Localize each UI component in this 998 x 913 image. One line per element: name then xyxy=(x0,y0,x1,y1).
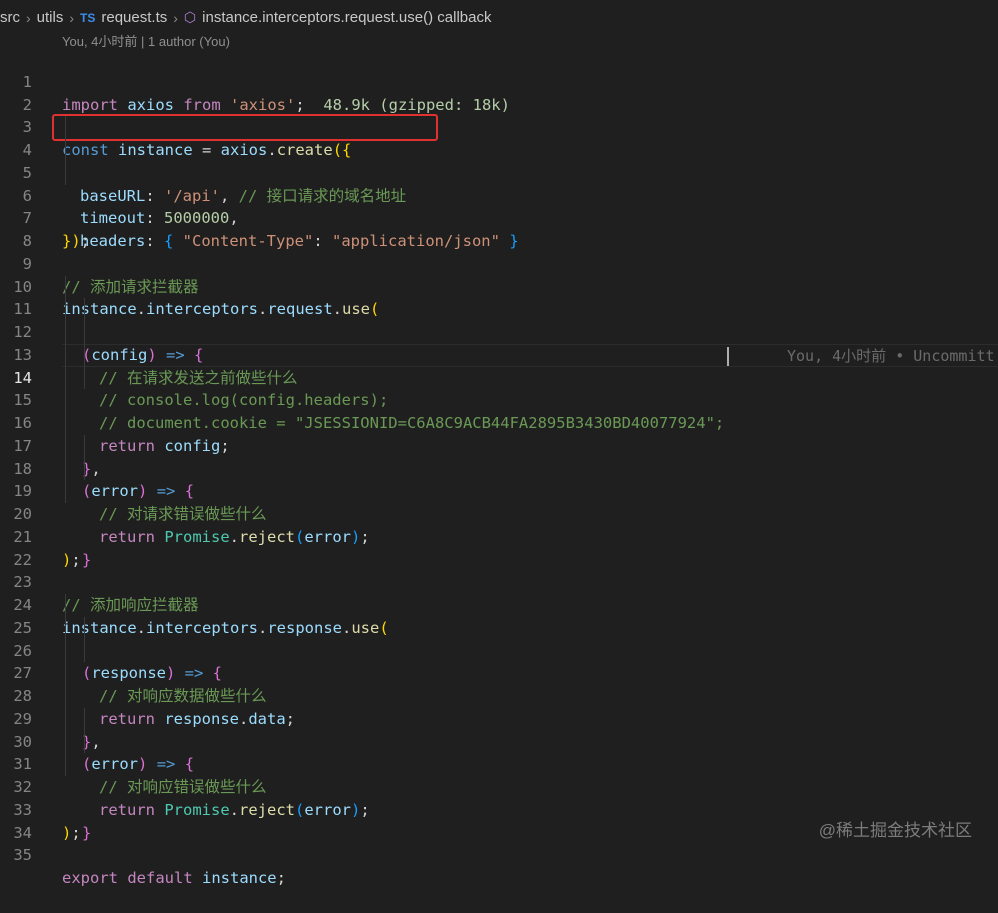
code-line: 3 const instance = axios.create({ xyxy=(0,94,998,159)
code-line: 21 ); xyxy=(0,503,998,569)
line-number: 35 xyxy=(13,846,32,865)
breadcrumb-item-src[interactable]: src xyxy=(0,9,20,26)
code-line: 1 import axios from 'axios'; 48.9k (gzip… xyxy=(0,48,998,114)
chevron-right-icon: › xyxy=(173,9,178,26)
text-cursor xyxy=(727,347,729,366)
code-line: 6 headers: { "Content-Type": "applicatio… xyxy=(0,161,998,250)
code-line: 22 xyxy=(0,526,998,569)
code-line: 7 }); xyxy=(0,185,998,250)
breadcrumb: src › utils › TS request.ts › ⬡ instance… xyxy=(0,0,998,35)
inline-blame-annotation[interactable]: You, 4小时前 • Uncommitt xyxy=(787,345,995,366)
code-line: 25 (response) => { xyxy=(0,594,998,682)
code-line: 2 xyxy=(0,71,998,114)
code-line: 32 } xyxy=(0,753,998,842)
code-line: 24 instance.interceptors.response.use( xyxy=(0,571,998,637)
chevron-right-icon: › xyxy=(69,9,75,26)
code-line: 29 (error) => { xyxy=(0,685,998,773)
code-line: 31 return Promise.reject(error); xyxy=(0,730,998,819)
code-line: 30 // 对响应错误做些什么 xyxy=(0,707,998,796)
watermark: @稀土掘金技术社区 xyxy=(818,821,972,840)
code-line: 20 } xyxy=(0,480,998,569)
code-line: 5 timeout: 5000000, xyxy=(0,139,998,227)
code-line: 18 // 对请求错误做些什么 xyxy=(0,434,998,523)
code-line: 19 return Promise.reject(error); xyxy=(0,457,998,546)
code-line: 33 ); xyxy=(0,776,998,842)
code-line: 10 instance.interceptors.request.use( xyxy=(0,253,998,319)
typescript-file-icon: TS xyxy=(80,10,96,25)
code-line: 4 baseURL: '/api', // 接口请求的域名地址 xyxy=(0,116,998,205)
code-line: 28 }, xyxy=(0,662,998,751)
code-line: 9 // 添加请求拦截器 xyxy=(0,230,998,296)
code-editor[interactable]: 1 import axios from 'axios'; 48.9k (gzip… xyxy=(0,48,998,887)
breadcrumb-item-symbol[interactable]: instance.interceptors.request.use() call… xyxy=(202,9,491,26)
chevron-right-icon: › xyxy=(26,9,31,26)
code-line: 13 // console.log(config.headers); xyxy=(0,321,998,409)
code-line: 23 // 添加响应拦截器 xyxy=(0,549,998,614)
code-line: 17 (error) => { xyxy=(0,412,998,500)
code-line: 15 return config; xyxy=(0,366,998,455)
code-line: 8 xyxy=(0,207,998,250)
code-line: 26 // 对响应数据做些什么 xyxy=(0,616,998,705)
breadcrumb-item-utils[interactable]: utils xyxy=(37,9,64,26)
code-line: 12 // 在请求发送之前做些什么 xyxy=(0,298,998,387)
code-line: 11 (config) => { xyxy=(0,275,998,364)
code-line: 16 }, xyxy=(0,389,998,478)
code-line: 27 return response.data; xyxy=(0,639,998,728)
symbol-method-icon: ⬡ xyxy=(183,9,197,25)
breadcrumb-item-file[interactable]: request.ts xyxy=(101,9,167,26)
